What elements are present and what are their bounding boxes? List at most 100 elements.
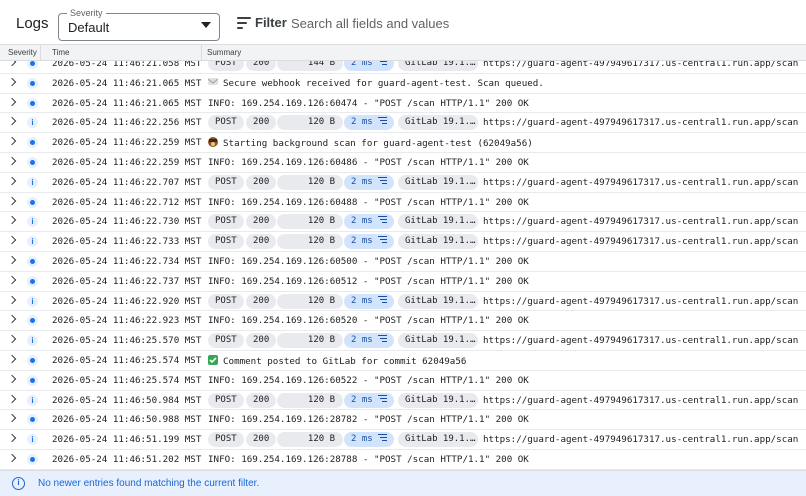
chevron-right-icon[interactable] — [7, 433, 17, 443]
http-status-chip[interactable]: 200 — [246, 432, 277, 448]
latency-chip[interactable]: 2 ms — [344, 115, 394, 131]
column-header-time[interactable]: Time — [52, 48, 69, 57]
request-url[interactable]: https://guard-agent-497949617317.us-cent… — [483, 177, 798, 188]
user-agent-chip[interactable]: GitLab 19.1.… — [398, 432, 478, 448]
response-size-chip[interactable]: 120 B — [277, 174, 343, 190]
chevron-right-icon[interactable] — [7, 295, 17, 304]
http-status-chip[interactable]: 200 — [246, 61, 277, 71]
column-divider[interactable] — [40, 45, 41, 60]
http-status-chip[interactable]: 200 — [246, 333, 277, 349]
request-url[interactable]: https://guard-agent-497949617317.us-cent… — [483, 395, 798, 406]
user-agent-chip[interactable]: GitLab 19.1.… — [398, 214, 478, 230]
response-size-chip[interactable]: 120 B — [277, 234, 343, 250]
request-url[interactable]: https://guard-agent-497949617317.us-cent… — [483, 236, 798, 247]
column-header-summary[interactable]: Summary — [207, 48, 241, 57]
user-agent-chip[interactable]: GitLab 19.1.… — [398, 333, 478, 349]
log-entry-row[interactable]: 2026-05-24 11:46:22.259 MST INFO: 169.254… — [0, 152, 806, 173]
column-header-severity[interactable]: Severity — [8, 48, 37, 57]
latency-chip[interactable]: 2 ms — [344, 214, 394, 230]
http-status-chip[interactable]: 200 — [246, 115, 277, 131]
chevron-right-icon[interactable] — [7, 354, 17, 364]
chevron-right-icon[interactable] — [7, 117, 17, 126]
log-entry-row[interactable]: 2026-05-24 11:46:21.065 MST Secure webhoo… — [0, 73, 806, 94]
http-status-chip[interactable]: 200 — [246, 174, 277, 190]
http-method-chip[interactable]: POST — [208, 115, 244, 131]
response-size-chip[interactable]: 120 B — [277, 214, 343, 230]
http-method-chip[interactable]: POST — [208, 392, 244, 408]
severity-select[interactable]: Severity Default — [58, 7, 220, 41]
log-entry-row[interactable]: 2026-05-24 11:46:21.065 MST INFO: 169.254… — [0, 93, 806, 114]
user-agent-chip[interactable]: GitLab 19.1.… — [398, 61, 478, 71]
chevron-right-icon[interactable] — [7, 97, 17, 106]
log-entry-row[interactable]: i 2026-05-24 11:46:50.984 MST POST 200 120 B… — [0, 390, 806, 411]
latency-chip[interactable]: 2 ms — [344, 333, 394, 349]
response-size-chip[interactable]: 120 B — [277, 392, 343, 408]
chevron-right-icon[interactable] — [7, 77, 17, 87]
log-entry-row[interactable]: 2026-05-24 11:46:22.259 MST Starting back… — [0, 133, 806, 153]
log-entry-row[interactable]: i 2026-05-24 11:46:51.199 MST POST 200 120 B… — [0, 430, 806, 450]
user-agent-chip[interactable]: GitLab 19.1.… — [398, 174, 478, 190]
request-url[interactable]: https://guard-agent-497949617317.us-cent… — [483, 61, 798, 69]
latency-chip[interactable]: 2 ms — [344, 432, 394, 448]
response-size-chip[interactable]: 120 B — [277, 293, 343, 309]
request-url[interactable]: https://guard-agent-497949617317.us-cent… — [483, 434, 798, 445]
http-status-chip[interactable]: 200 — [246, 392, 277, 408]
log-entry-row[interactable]: 2026-05-24 11:46:51.202 MST INFO: 169.254… — [0, 449, 806, 470]
http-method-chip[interactable]: POST — [208, 333, 244, 349]
latency-chip[interactable]: 2 ms — [344, 234, 394, 250]
chevron-right-icon[interactable] — [7, 136, 17, 146]
chevron-right-icon[interactable] — [7, 61, 17, 67]
response-size-chip[interactable]: 120 B — [277, 432, 343, 448]
latency-chip[interactable]: 2 ms — [344, 392, 394, 408]
chevron-right-icon[interactable] — [7, 414, 17, 423]
log-entry-row[interactable]: 2026-05-24 11:46:25.574 MST Comment poste… — [0, 350, 806, 371]
latency-chip[interactable]: 2 ms — [344, 174, 394, 190]
chevron-right-icon[interactable] — [7, 196, 17, 205]
log-entry-row[interactable]: i 2026-05-24 11:46:22.256 MST POST 200 120 B… — [0, 113, 806, 134]
filter-icon[interactable] — [237, 17, 251, 29]
user-agent-chip[interactable]: GitLab 19.1.… — [398, 392, 478, 408]
log-entry-row[interactable]: i 2026-05-24 11:46:22.920 MST POST 200 120 B… — [0, 291, 806, 312]
latency-chip[interactable]: 2 ms — [344, 61, 394, 71]
log-entry-row[interactable]: i 2026-05-24 11:46:22.733 MST POST 200 120 B… — [0, 232, 806, 252]
http-method-chip[interactable]: POST — [208, 61, 244, 71]
http-method-chip[interactable]: POST — [208, 432, 244, 448]
log-entries-list[interactable]: 2026-05-24 11:46:21.058 MST POST 200 144 B 2… — [0, 61, 806, 470]
log-entry-row[interactable]: i 2026-05-24 11:46:25.570 MST POST 200 120 B… — [0, 331, 806, 351]
http-status-chip[interactable]: 200 — [246, 214, 277, 230]
log-entry-row[interactable]: 2026-05-24 11:46:21.058 MST POST 200 144 B 2… — [0, 61, 806, 74]
http-status-chip[interactable]: 200 — [246, 293, 277, 309]
filter-button[interactable]: Filter — [255, 15, 287, 30]
response-size-chip[interactable]: 120 B — [277, 333, 343, 349]
chevron-right-icon[interactable] — [7, 374, 17, 383]
chevron-right-icon[interactable] — [7, 176, 17, 186]
chevron-right-icon[interactable] — [7, 334, 17, 344]
http-method-chip[interactable]: POST — [208, 174, 244, 190]
user-agent-chip[interactable]: GitLab 19.1.… — [398, 293, 478, 309]
chevron-right-icon[interactable] — [7, 235, 17, 245]
log-entry-row[interactable]: 2026-05-24 11:46:22.712 MST INFO: 169.254… — [0, 192, 806, 213]
http-status-chip[interactable]: 200 — [246, 234, 277, 250]
request-url[interactable]: https://guard-agent-497949617317.us-cent… — [483, 216, 798, 227]
chevron-right-icon[interactable] — [7, 255, 17, 265]
chevron-right-icon[interactable] — [7, 216, 17, 225]
log-entry-row[interactable]: 2026-05-24 11:46:25.574 MST INFO: 169.254… — [0, 370, 806, 391]
request-url[interactable]: https://guard-agent-497949617317.us-cent… — [483, 296, 798, 307]
user-agent-chip[interactable]: GitLab 19.1.… — [398, 115, 478, 131]
log-entry-row[interactable]: 2026-05-24 11:46:50.988 MST INFO: 169.254… — [0, 410, 806, 431]
http-method-chip[interactable]: POST — [208, 214, 244, 230]
chevron-right-icon[interactable] — [7, 315, 17, 324]
search-input[interactable]: Search all fields and values — [291, 16, 449, 31]
response-size-chip[interactable]: 144 B — [277, 61, 343, 71]
log-entry-row[interactable]: i 2026-05-24 11:46:22.707 MST POST 200 120 B… — [0, 172, 806, 193]
chevron-right-icon[interactable] — [7, 156, 17, 166]
request-url[interactable]: https://guard-agent-497949617317.us-cent… — [483, 117, 798, 128]
log-entry-row[interactable]: 2026-05-24 11:46:22.737 MST INFO: 169.254… — [0, 271, 806, 292]
log-entry-row[interactable]: 2026-05-24 11:46:22.923 MST INFO: 169.254… — [0, 311, 806, 332]
chevron-right-icon[interactable] — [7, 275, 17, 285]
user-agent-chip[interactable]: GitLab 19.1.… — [398, 234, 478, 250]
log-entry-row[interactable]: 2026-05-24 11:46:22.734 MST INFO: 169.254… — [0, 251, 806, 272]
chevron-right-icon[interactable] — [7, 394, 17, 403]
column-divider[interactable] — [201, 45, 202, 60]
chevron-right-icon[interactable] — [7, 453, 17, 463]
